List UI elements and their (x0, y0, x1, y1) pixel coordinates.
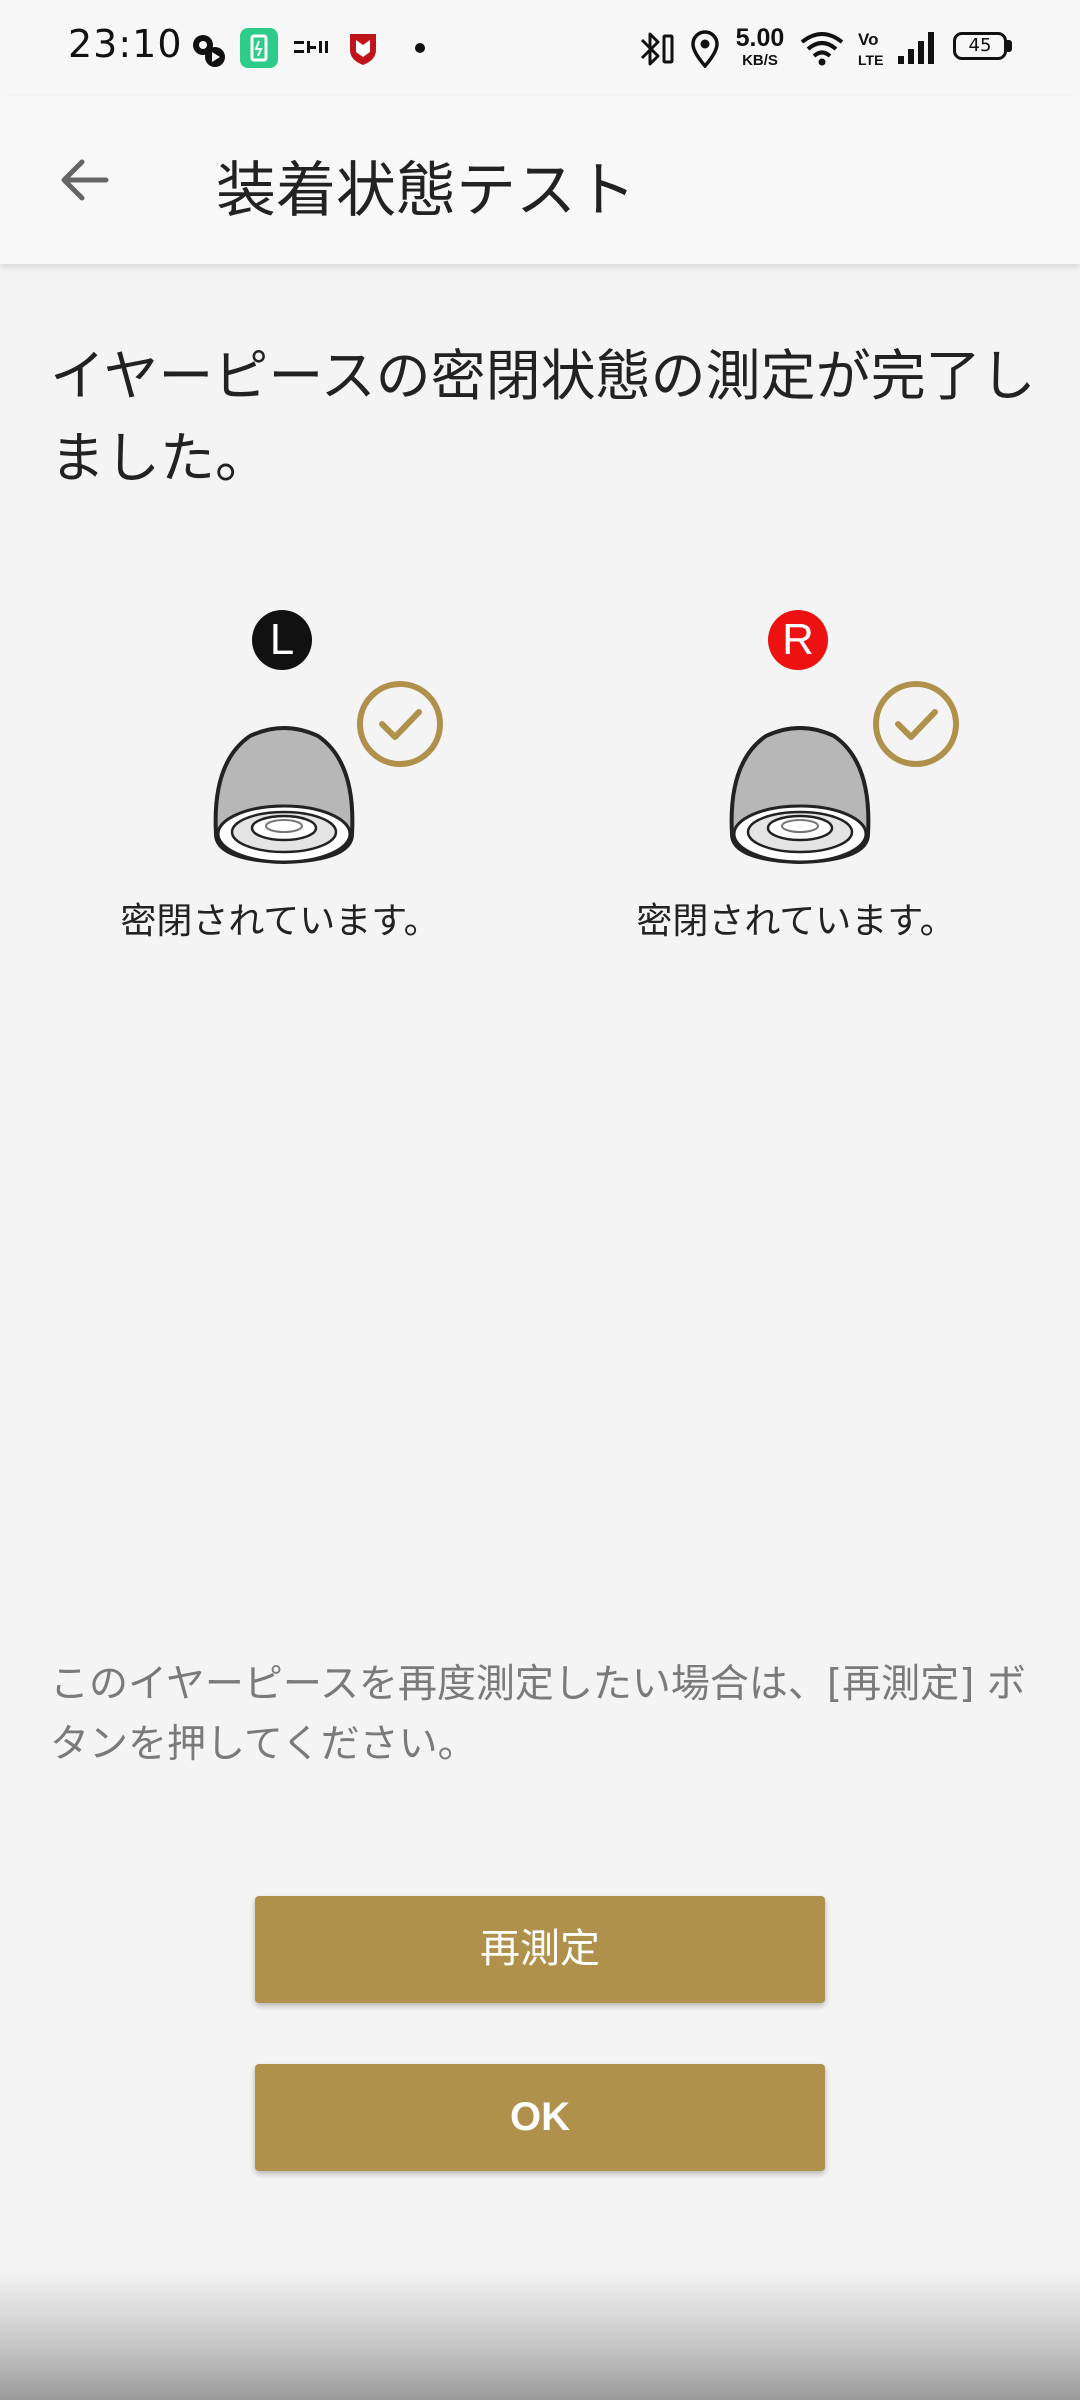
arrow-back-icon (61, 159, 109, 201)
svg-text:Vo: Vo (858, 30, 878, 49)
status-bar: 23:10 5.00 KB/S Vo LTE 45 (0, 0, 1080, 96)
settings-gear-icon (193, 35, 225, 67)
network-speed: 5.00 KB/S (735, 24, 785, 69)
right-ear-result: R 密閉されています。 (586, 610, 1006, 950)
eartip-icon (213, 726, 355, 865)
location-icon (691, 30, 719, 68)
right-badge: R (768, 610, 828, 670)
volte-icon: Vo LTE (858, 30, 883, 68)
left-badge: L (252, 610, 312, 670)
battery-tip (1007, 40, 1012, 52)
remeasure-button[interactable]: 再測定 (255, 1896, 825, 2003)
page-title: 装着状態テスト (216, 156, 636, 226)
signal-icon (898, 32, 934, 64)
check-circle-icon (873, 681, 959, 767)
svg-text:LTE: LTE (858, 52, 883, 68)
right-ear-status: 密閉されています。 (636, 901, 956, 942)
left-ear-result: L 密閉されています。 (70, 610, 490, 950)
dot-icon (415, 43, 425, 53)
check-circle-icon (357, 681, 443, 767)
back-button[interactable] (40, 136, 128, 224)
eartip-icon (729, 726, 871, 865)
battery-icon: 45 (953, 32, 1007, 60)
app-bar: 装着状態テスト (0, 96, 1080, 264)
navigation-bar-fade (0, 2270, 1080, 2400)
wifi-icon (800, 32, 844, 66)
remeasure-note: このイヤーピースを再度測定したい場合は、[再測定] ボタンを押してください。 (50, 1662, 1026, 1767)
ok-button[interactable]: OK (255, 2064, 825, 2171)
battery-saver-icon (240, 28, 278, 68)
left-ear-status: 密閉されています。 (120, 901, 440, 942)
mcafee-shield-icon (350, 34, 376, 65)
app-notification-icon (294, 41, 328, 53)
status-time: 23:10 (68, 22, 183, 66)
result-headline: イヤーピースの密閉状態の測定が完了しました。 (50, 344, 1036, 490)
bluetooth-icon (640, 32, 674, 66)
